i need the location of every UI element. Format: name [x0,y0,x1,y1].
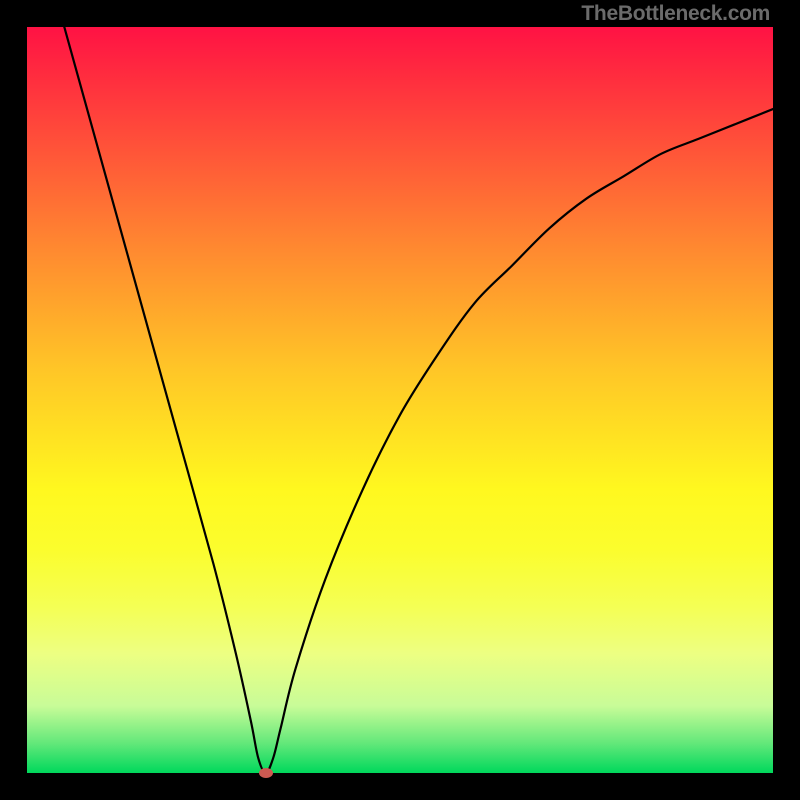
watermark-text: TheBottleneck.com [581,2,770,26]
chart-frame: TheBottleneck.com [0,0,800,800]
optimal-point-marker [259,768,273,778]
bottleneck-curve [27,27,773,773]
plot-area [27,27,773,773]
